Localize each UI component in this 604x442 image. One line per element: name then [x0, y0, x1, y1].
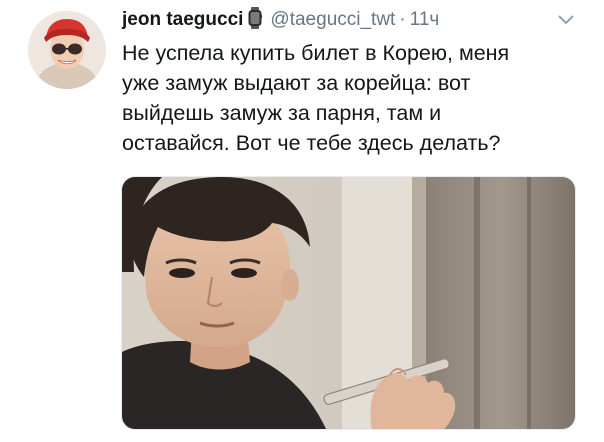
tweet-header: jeon taegucci @taegucci_twt · 11ч — [122, 7, 439, 33]
display-name[interactable]: jeon taegucci — [122, 7, 243, 33]
tweet-photo[interactable] — [121, 176, 576, 430]
avatar[interactable] — [28, 11, 106, 89]
tweet-card: jeon taegucci @taegucci_twt · 11ч Не усп… — [0, 0, 604, 442]
watch-icon — [248, 7, 263, 37]
user-handle[interactable]: @taegucci_twt — [270, 7, 395, 33]
tweet-text-line: выйдешь замуж за парня, там и — [122, 101, 442, 125]
avatar-image — [28, 11, 106, 89]
tweet-text-line: уже замуж выдают за корейца: вот — [122, 71, 471, 95]
timestamp[interactable]: 11ч — [410, 7, 440, 33]
tweet-text-line: оставайся. Вот че тебе здесь делать? — [122, 131, 501, 155]
separator-dot: · — [399, 9, 406, 30]
chevron-down-icon[interactable] — [556, 10, 576, 30]
tweet-text: Не успела купить билет в Корею, меня уже… — [122, 38, 582, 158]
tweet-text-line: Не успела купить билет в Корею, меня — [122, 41, 510, 65]
photo-image — [122, 177, 575, 429]
